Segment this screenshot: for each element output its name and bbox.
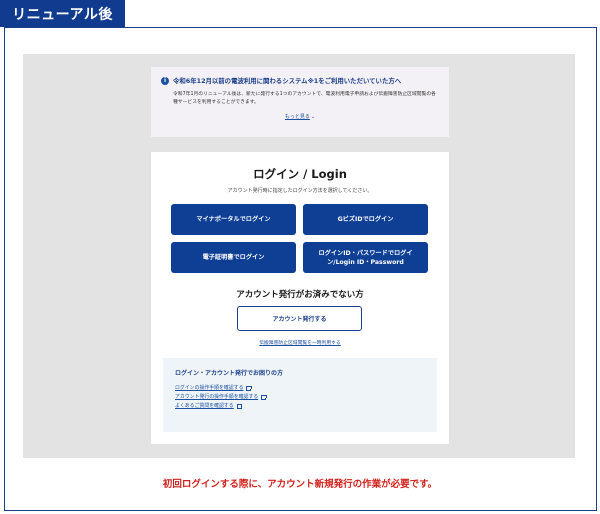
- certificate-login-button[interactable]: 電子証明書でログイン: [171, 242, 296, 273]
- notice-header: i 令和6年12月以前の電波利用に関わるシステム※1をご利用いただいていた方へ: [161, 76, 439, 86]
- login-subtitle: アカウント発行時に指定したログイン方法を選択してください。: [227, 188, 373, 194]
- notice-more-link[interactable]: もっと見る⌄: [161, 113, 439, 120]
- notice-more-label: もっと見る: [284, 114, 310, 120]
- help-title: ログイン・アカウント発行でお困りの方: [175, 370, 284, 377]
- help-link-label: ログインの操作手順を確認する: [175, 385, 244, 391]
- caption-text: 初回ログインする際に、アカウント新規発行の作業が必要です。: [162, 479, 438, 490]
- notice-body: 令和7年1月のリニューアル後は、新たに発行する1つのアカウントで、電波利用電子申…: [173, 92, 436, 105]
- section-tag: リニューアル後: [0, 0, 125, 27]
- temporary-use-link[interactable]: 伝搬障害防止区域閲覧を一時利用する: [151, 339, 449, 346]
- idpw-login-button[interactable]: ログインID・パスワードでログイン/Login ID・Password: [303, 242, 428, 273]
- mynaportal-login-button[interactable]: マイナポータルでログイン: [171, 204, 296, 235]
- login-card: ログイン / Login アカウント発行時に指定したログイン方法を選択してくださ…: [151, 152, 449, 444]
- help-link-faq[interactable]: よくあるご質問を確認する: [175, 402, 425, 411]
- notice-title: 令和6年12月以前の電波利用に関わるシステム※1をご利用いただいていた方へ: [173, 77, 402, 85]
- help-link-account[interactable]: アカウント発行の操作手順を確認する: [175, 393, 425, 402]
- help-link-label: アカウント発行の操作手順を確認する: [175, 394, 259, 400]
- account-section-title: アカウント発行がお済みでない方: [236, 290, 364, 300]
- external-link-icon: [246, 385, 252, 391]
- gbiz-login-button[interactable]: GビズIDでログイン: [303, 204, 428, 235]
- info-icon: i: [161, 77, 169, 85]
- login-title: ログイン / Login: [253, 167, 347, 181]
- help-link-login[interactable]: ログインの操作手順を確認する: [175, 384, 425, 393]
- external-link-icon: [236, 403, 243, 409]
- create-account-button[interactable]: アカウント発行する: [237, 306, 362, 331]
- notice-panel: i 令和6年12月以前の電波利用に関わるシステム※1をご利用いただいていた方へ …: [151, 67, 449, 137]
- help-panel: ログイン・アカウント発行でお困りの方 ログインの操作手順を確認する アカウント発…: [163, 358, 437, 432]
- chevron-down-icon: ⌄: [310, 114, 316, 120]
- external-link-icon: [261, 394, 267, 400]
- help-link-label: よくあるご質問を確認する: [175, 403, 234, 409]
